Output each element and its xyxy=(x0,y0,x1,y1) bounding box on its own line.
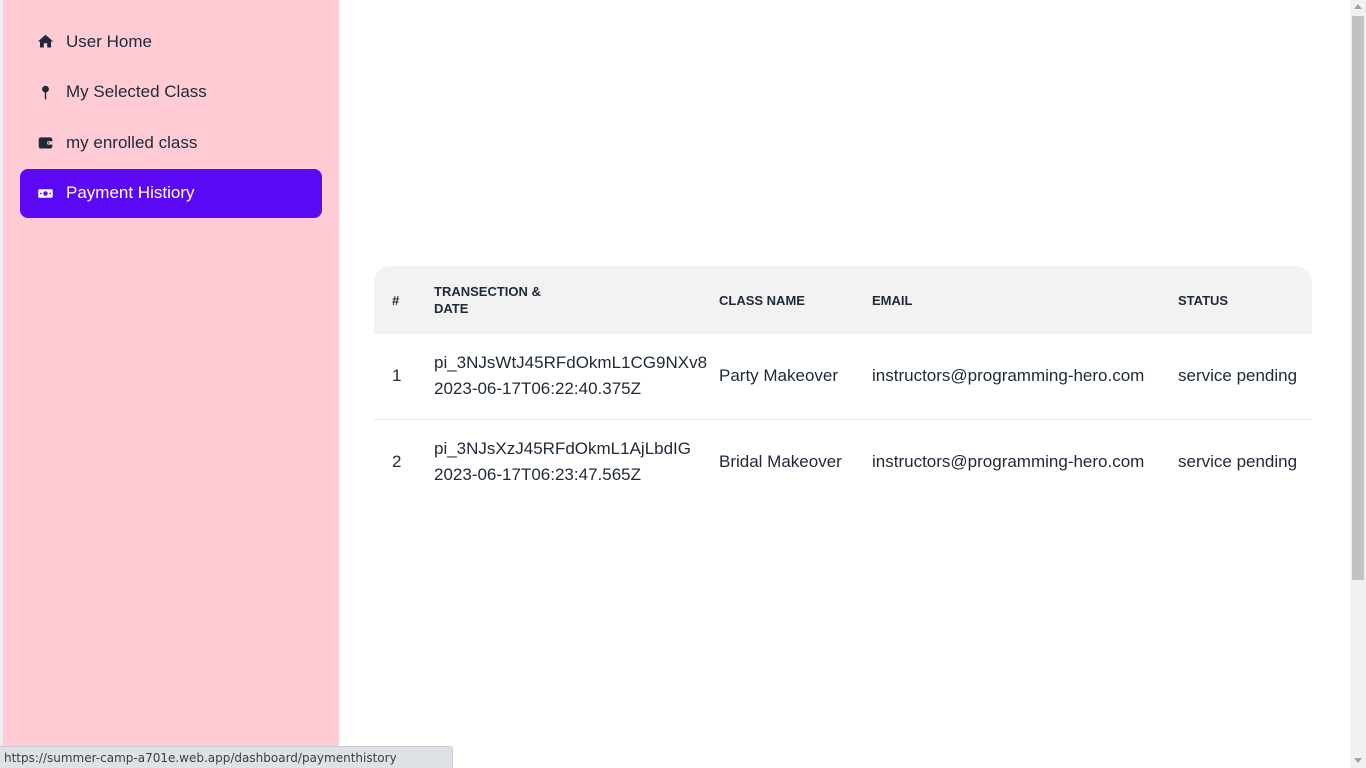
sidebar: User Home My Selected Class my enrolled … xyxy=(3,0,339,768)
vertical-scrollbar[interactable] xyxy=(1350,0,1366,768)
cell-email: instructors@programming-hero.com xyxy=(872,451,1145,471)
cell-email: instructors@programming-hero.com xyxy=(872,366,1145,386)
cell-status: service pending xyxy=(1178,366,1298,386)
scrollbar-thumb[interactable] xyxy=(1352,16,1364,580)
cell-index: 2 xyxy=(392,451,402,471)
main-content: # TRANSECTION & DATE CLASS NAME EMAIL ST… xyxy=(339,0,1350,768)
browser-status-url: https://summer-camp-a701e.web.app/dashbo… xyxy=(0,746,453,768)
sidebar-item-user-home[interactable]: User Home xyxy=(20,17,322,66)
column-header-index: # xyxy=(392,292,400,308)
column-header-status: STATUS xyxy=(1178,292,1229,308)
table-row: 2 pi_3NJsXzJ45RFdOkmL1AjLbdIG 2023-06-17… xyxy=(374,419,1312,504)
cell-transaction: pi_3NJsXzJ45RFdOkmL1AjLbdIG 2023-06-17T0… xyxy=(434,419,719,504)
home-icon xyxy=(36,33,54,51)
cell-status: service pending xyxy=(1178,451,1298,471)
transaction-id: pi_3NJsXzJ45RFdOkmL1AjLbdIG xyxy=(434,438,692,458)
column-header-class-name: CLASS NAME xyxy=(719,292,805,308)
scroll-down-arrow-icon[interactable] xyxy=(1354,758,1362,763)
sidebar-nav: User Home My Selected Class my enrolled … xyxy=(3,0,339,218)
pin-icon xyxy=(36,83,54,101)
transaction-date: 2023-06-17T06:22:40.375Z xyxy=(434,379,641,399)
column-header-transaction-line1: TRANSECTION & xyxy=(434,284,541,299)
cell-index: 1 xyxy=(392,366,402,386)
table-header-row: # TRANSECTION & DATE CLASS NAME EMAIL ST… xyxy=(374,266,1312,334)
transaction-id: pi_3NJsWtJ45RFdOkmL1CG9NXv8 xyxy=(434,353,708,373)
sidebar-item-label: Payment Histiory xyxy=(66,183,195,202)
cell-class-name: Party Makeover xyxy=(719,366,839,386)
cell-transaction: pi_3NJsWtJ45RFdOkmL1CG9NXv8 2023-06-17T0… xyxy=(434,334,719,419)
column-header-transaction-line2: DATE xyxy=(434,301,469,316)
sidebar-item-label: my enrolled class xyxy=(66,132,198,152)
money-icon xyxy=(36,184,54,202)
table-row: 1 pi_3NJsWtJ45RFdOkmL1CG9NXv8 2023-06-17… xyxy=(374,334,1312,419)
sidebar-item-my-enrolled-class[interactable]: my enrolled class xyxy=(20,118,322,167)
payment-history-table: # TRANSECTION & DATE CLASS NAME EMAIL ST… xyxy=(374,266,1312,504)
sidebar-item-label: My Selected Class xyxy=(66,82,207,101)
column-header-transaction: TRANSECTION & DATE xyxy=(434,266,719,334)
cell-class-name: Bridal Makeover xyxy=(719,451,842,471)
sidebar-item-label: User Home xyxy=(66,31,152,51)
scroll-up-arrow-icon[interactable] xyxy=(1354,4,1362,9)
column-header-email: EMAIL xyxy=(872,292,913,308)
transaction-date: 2023-06-17T06:23:47.565Z xyxy=(434,464,641,484)
sidebar-item-payment-history[interactable]: Payment Histiory xyxy=(20,168,322,218)
wallet-icon xyxy=(36,134,54,152)
sidebar-item-my-selected-class[interactable]: My Selected Class xyxy=(20,68,322,117)
payment-history-table-container: # TRANSECTION & DATE CLASS NAME EMAIL ST… xyxy=(374,266,1312,504)
